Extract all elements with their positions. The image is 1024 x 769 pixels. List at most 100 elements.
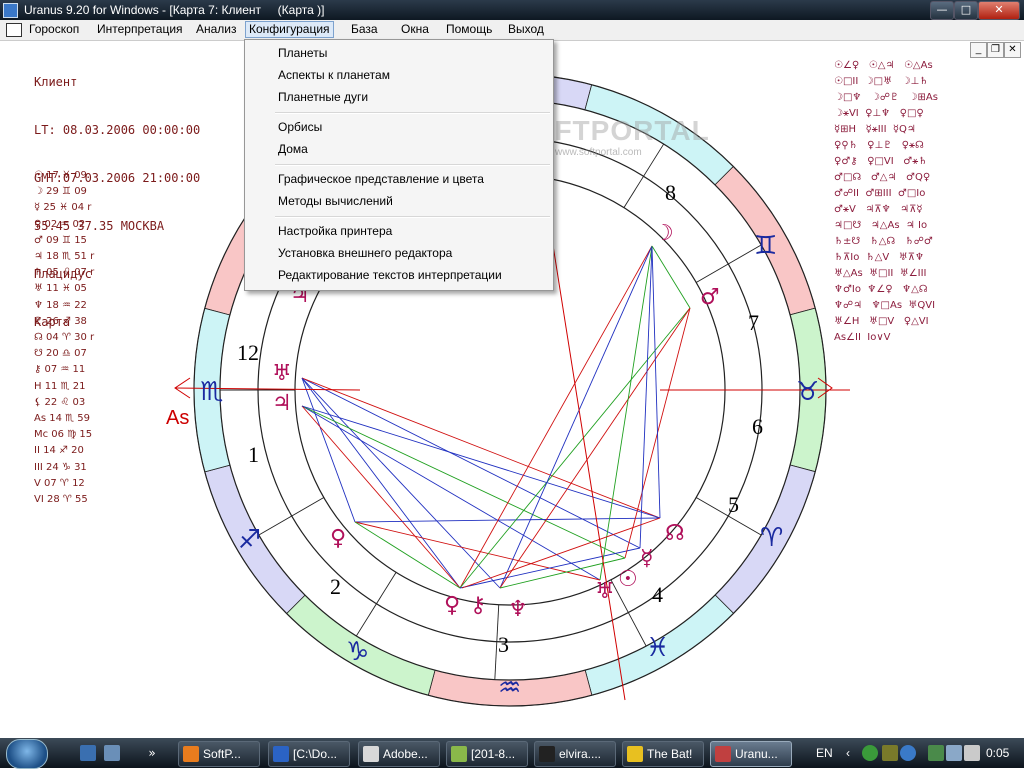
language-indicator[interactable]: EN <box>816 738 833 768</box>
task-label: elvira.... <box>559 747 602 761</box>
network-status-icon[interactable] <box>946 745 962 761</box>
menu-item-external-editor[interactable]: Установка внешнего редактора <box>278 243 452 263</box>
planet-position-row: ♄ 05 ♌ 07 r <box>34 267 95 279</box>
sign-capricorn-glyph: ♑ <box>346 637 369 667</box>
planet-position-row: ♆ 18 ♒ 22 <box>34 299 87 311</box>
task-the-bat[interactable]: The Bat! <box>622 741 704 767</box>
network-icon[interactable] <box>900 745 916 761</box>
uranus-glyph: ♅ <box>272 361 292 386</box>
start-button[interactable] <box>6 739 48 769</box>
document-system-icon[interactable] <box>6 23 22 37</box>
planet-position-row: ♂ 09 ♊ 15 <box>34 234 87 246</box>
menu-item-edit-interpretation-texts[interactable]: Редактирование текстов интерпретации <box>278 265 502 285</box>
task-label: [201-8... <box>471 747 516 761</box>
sun-glyph: ☉ <box>618 567 638 592</box>
menu-windows[interactable]: Окна <box>398 22 432 37</box>
planet-position-row: ⚸ 22 ♌ 03 <box>34 396 86 408</box>
menu-separator <box>275 112 550 114</box>
house-number-2: 2 <box>330 574 341 599</box>
minimize-button[interactable]: — <box>930 1 954 20</box>
menu-item-calculation-methods[interactable]: Методы вычислений <box>278 191 393 211</box>
task-softportal[interactable]: SoftP... <box>178 741 260 767</box>
menu-configuration[interactable]: Конфигурация <box>245 21 334 38</box>
planet-position-row: ☽ 29 ♊ 09 <box>34 186 87 198</box>
task-201[interactable]: [201-8... <box>446 741 528 767</box>
bat-icon <box>627 746 643 762</box>
menu-help[interactable]: Помощь <box>443 22 495 37</box>
folder-icon <box>273 746 289 762</box>
house-number-1: 1 <box>248 442 259 467</box>
menu-item-printer-setup[interactable]: Настройка принтера <box>278 221 392 241</box>
menu-interpretation[interactable]: Интерпретация <box>94 22 186 37</box>
taskbar: » SoftP... [C:\Do... Adobe... [201-8... … <box>0 738 1024 769</box>
tray-app-icon[interactable] <box>882 745 898 761</box>
planet-positions-list: ☉ 17 ♓ 09 ☽ 29 ♊ 09 ☿ 25 ♓ 04 r ♀ 02 ♒ 02 ♂ … <box>34 168 94 508</box>
menu-item-orbs[interactable]: Орбисы <box>278 117 322 137</box>
planet-position-row: ☿ 25 ♓ 04 r <box>34 202 92 214</box>
planet-position-row: ♃ 18 ♏ 51 r <box>34 251 95 263</box>
maximize-button[interactable]: □ <box>954 1 978 20</box>
menu-bar: Гороскоп Интерпретация Анализ Конфигурац… <box>0 20 1024 58</box>
volume-icon[interactable] <box>964 745 980 761</box>
chiron-glyph: ⚷ <box>470 593 486 618</box>
tray-expand-icon[interactable]: ‹ <box>846 738 850 768</box>
planet-position-row: As 14 ♏ 59 <box>34 413 91 425</box>
sign-taurus-glyph: ♉ <box>796 377 819 407</box>
menu-horoscope[interactable]: Гороскоп <box>26 22 82 37</box>
menu-exit[interactable]: Выход <box>505 22 547 37</box>
house-number-7: 7 <box>748 310 759 335</box>
title-bar[interactable]: Uranus 9.20 for Windows - [Карта 7: Клие… <box>0 0 1024 20</box>
planet-position-row: ♇ 26 ♐ 38 <box>34 315 87 327</box>
menu-item-houses[interactable]: Дома <box>278 139 308 159</box>
planet-position-row: II 14 ♐ 20 <box>34 445 84 457</box>
app-icon[interactable] <box>3 3 18 18</box>
sign-sagittarius-glyph: ♐ <box>238 525 261 555</box>
mercury-glyph: ☿ <box>640 546 654 571</box>
menu-item-planet-aspects[interactable]: Аспекты к планетам <box>278 65 390 85</box>
clock[interactable]: 0:05 <box>986 738 1009 768</box>
planet-position-row: III 24 ♑ 31 <box>34 461 87 473</box>
mdi-minimize-button[interactable]: _ <box>970 42 987 58</box>
tray-app-icon[interactable] <box>862 745 878 761</box>
switch-windows-icon[interactable] <box>104 745 120 761</box>
sign-scorpio-glyph: ♏ <box>200 377 223 407</box>
jupiter-glyph: ♃ <box>272 391 292 416</box>
task-uranus[interactable]: Uranu... <box>710 741 792 767</box>
menu-item-planets[interactable]: Планеты <box>278 43 327 63</box>
mars-glyph: ♂ <box>700 285 720 310</box>
planet-position-row: ☉ 17 ♓ 09 <box>34 170 87 181</box>
adobe-icon <box>363 746 379 762</box>
menu-item-planet-arcs[interactable]: Планетные дуги <box>278 87 368 107</box>
task-elvira[interactable]: elvira.... <box>534 741 616 767</box>
neptune-glyph: ♆ <box>508 597 528 622</box>
house-number-5: 5 <box>728 492 739 517</box>
task-label: [C:\Do... <box>293 747 338 761</box>
task-label: Uranu... <box>735 747 778 761</box>
planet-position-row: ⚷ 07 ♒ 11 <box>34 364 86 376</box>
quick-launch-more-icon[interactable]: » <box>144 745 160 761</box>
house-number-12: 12 <box>237 340 259 365</box>
house-number-8: 8 <box>665 180 676 205</box>
task-explorer[interactable]: [C:\Do... <box>268 741 350 767</box>
mdi-restore-button[interactable]: ❐ <box>987 42 1004 58</box>
spreadsheet-icon <box>451 746 467 762</box>
show-desktop-icon[interactable] <box>80 745 96 761</box>
planet-position-row: H 11 ♏ 21 <box>34 380 86 392</box>
close-button[interactable]: ✕ <box>978 1 1020 20</box>
planet-position-row: ☊ 04 ♈ 30 r <box>34 332 95 344</box>
tray-app-icon[interactable] <box>928 745 944 761</box>
planet-position-row: ♀ 02 ♒ 02 <box>34 218 86 230</box>
house-number-6: 6 <box>752 414 763 439</box>
menu-separator <box>275 164 550 166</box>
window-title: Uranus 9.20 for Windows - [Карта 7: Клие… <box>24 3 325 17</box>
mdi-close-button[interactable]: ✕ <box>1004 42 1021 58</box>
menu-item-graphics-colors[interactable]: Графическое представление и цвета <box>278 169 484 189</box>
menu-database[interactable]: База <box>348 22 381 37</box>
firefox-icon <box>183 746 199 762</box>
terminal-icon <box>539 746 555 762</box>
task-adobe[interactable]: Adobe... <box>358 741 440 767</box>
watermark-url: www.softportal.com <box>555 147 642 158</box>
planet-position-row: ♅ 11 ♓ 05 <box>34 283 87 295</box>
node-glyph: ☊ <box>665 521 685 546</box>
menu-analysis[interactable]: Анализ <box>193 22 240 37</box>
